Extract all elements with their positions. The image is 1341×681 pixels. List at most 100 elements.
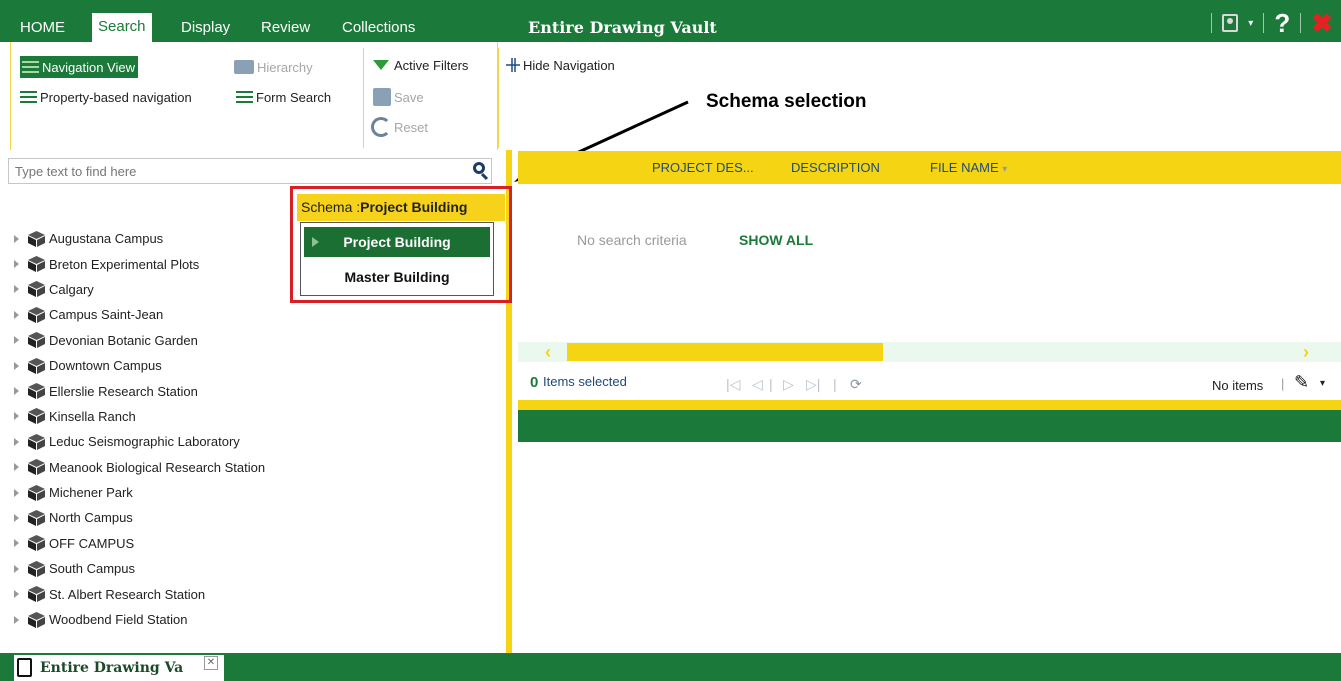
expand-icon[interactable]: [14, 412, 19, 421]
list-icon: [20, 90, 37, 104]
building-icon: [28, 256, 45, 273]
refresh-icon[interactable]: ⟳: [850, 376, 862, 393]
expand-icon[interactable]: [14, 488, 19, 497]
expand-icon[interactable]: [14, 463, 19, 472]
tree-item-label: Meanook Biological Research Station: [49, 459, 266, 475]
tree-item[interactable]: OFF CAMPUS: [14, 531, 265, 556]
tree-item[interactable]: South Campus: [14, 556, 265, 581]
tab-review[interactable]: Review: [255, 14, 316, 42]
tab-collections[interactable]: Collections: [336, 14, 421, 42]
expand-icon[interactable]: [14, 234, 19, 243]
divider-yellow: [518, 400, 1341, 410]
schema-option-project-building[interactable]: Project Building: [304, 227, 490, 257]
column-project-description[interactable]: PROJECT DES...: [652, 160, 754, 175]
schema-selector[interactable]: Schema :Project Building: [297, 194, 505, 221]
selected-count: 0: [530, 374, 539, 391]
show-all-link[interactable]: SHOW ALL: [739, 232, 813, 248]
expand-icon[interactable]: [14, 539, 19, 548]
building-icon: [28, 433, 45, 450]
expand-icon[interactable]: [14, 361, 19, 370]
scroll-right-icon[interactable]: ›: [1303, 342, 1309, 362]
document-tab-label: Entire Drawing Va: [40, 660, 184, 676]
close-icon[interactable]: ✖: [1311, 8, 1333, 39]
tree-item-label: Campus Saint-Jean: [49, 307, 164, 323]
scrollbar-thumb[interactable]: [567, 343, 883, 361]
close-tab-icon[interactable]: ✕: [204, 656, 218, 670]
tree-item[interactable]: Campus Saint-Jean: [14, 302, 265, 327]
edit-pen-icon[interactable]: ✎: [1294, 372, 1309, 393]
tree-item[interactable]: Downtown Campus: [14, 353, 265, 378]
tree-item[interactable]: Breton Experimental Plots: [14, 251, 265, 276]
tree-item-label: Michener Park: [49, 485, 133, 501]
hide-navigation-icon: [506, 58, 520, 72]
save-button[interactable]: Save: [373, 86, 424, 108]
schema-current: Project Building: [360, 199, 468, 215]
building-icon: [28, 357, 45, 374]
active-filters-label: Active Filters: [394, 57, 469, 73]
tab-home[interactable]: HOME: [14, 14, 71, 42]
tree-item-label: Woodbend Field Station: [49, 612, 188, 628]
active-filters-button[interactable]: Active Filters: [373, 54, 468, 76]
expand-icon[interactable]: [14, 590, 19, 599]
help-icon[interactable]: ?: [1274, 8, 1290, 39]
hide-navigation-button[interactable]: Hide Navigation: [506, 54, 615, 76]
column-header-row: PROJECT DES... DESCRIPTION FILE NAME ▾: [518, 151, 1341, 184]
expand-icon[interactable]: [14, 513, 19, 522]
tab-search[interactable]: Search: [92, 13, 152, 43]
tree-item-label: Downtown Campus: [49, 358, 162, 374]
hierarchy-button[interactable]: Hierarchy: [234, 56, 313, 78]
tree-item[interactable]: Augustana Campus: [14, 226, 265, 251]
building-icon: [28, 586, 45, 603]
tab-display[interactable]: Display: [175, 14, 236, 42]
tree-item[interactable]: Leduc Seismographic Laboratory: [14, 429, 265, 454]
tree-item[interactable]: Woodbend Field Station: [14, 607, 265, 632]
tree-item[interactable]: North Campus: [14, 505, 265, 530]
expand-icon[interactable]: [14, 564, 19, 573]
tree-item-label: Breton Experimental Plots: [49, 256, 200, 272]
first-page-icon[interactable]: |◁: [726, 376, 740, 393]
column-file-name[interactable]: FILE NAME ▾: [930, 160, 1007, 175]
property-navigation-button[interactable]: Property-based navigation: [20, 86, 192, 108]
building-icon: [28, 484, 45, 501]
reset-button[interactable]: Reset: [371, 116, 428, 138]
expand-icon[interactable]: [14, 615, 19, 624]
pen-dropdown-icon[interactable]: ▾: [1320, 378, 1325, 389]
tree-item[interactable]: Devonian Botanic Garden: [14, 328, 265, 353]
expand-icon[interactable]: [14, 260, 19, 269]
column-file-name-label: FILE NAME: [930, 160, 999, 175]
column-description[interactable]: DESCRIPTION: [791, 160, 880, 175]
last-page-icon[interactable]: ▷|: [806, 376, 820, 393]
tree-item[interactable]: Michener Park: [14, 480, 265, 505]
tree-item[interactable]: Ellerslie Research Station: [14, 378, 265, 403]
expand-icon[interactable]: [14, 310, 19, 319]
expand-icon[interactable]: [14, 387, 19, 396]
tree-item[interactable]: Meanook Biological Research Station: [14, 455, 265, 480]
navigation-view-button[interactable]: Navigation View: [20, 56, 138, 78]
next-page-icon[interactable]: ▷: [783, 376, 794, 393]
filter-icon: [373, 60, 389, 70]
form-search-button[interactable]: Form Search: [236, 86, 331, 108]
expand-icon[interactable]: [14, 336, 19, 345]
tree-item[interactable]: Calgary: [14, 277, 265, 302]
search-input[interactable]: [11, 159, 451, 183]
no-criteria-text: No search criteria: [577, 232, 687, 248]
search-icon[interactable]: [471, 161, 491, 181]
ribbon-separator: [363, 48, 364, 148]
expand-icon[interactable]: [14, 285, 19, 294]
user-icon[interactable]: [1222, 14, 1239, 32]
dropdown-icon[interactable]: ▾: [1248, 18, 1253, 29]
navigation-view-label: Navigation View: [42, 59, 135, 75]
sort-dropdown-icon: ▾: [1002, 164, 1008, 175]
expand-icon[interactable]: [14, 437, 19, 446]
tree-item[interactable]: St. Albert Research Station: [14, 581, 265, 606]
hide-navigation-label: Hide Navigation: [523, 57, 615, 73]
property-navigation-label: Property-based navigation: [40, 89, 192, 105]
ribbon-separator: [498, 48, 499, 148]
schema-option-master-building[interactable]: Master Building: [304, 262, 490, 292]
separator: [1263, 13, 1265, 33]
scroll-left-icon[interactable]: ‹: [545, 342, 551, 362]
save-icon: [373, 88, 391, 106]
pager-separator: |: [769, 376, 773, 392]
tree-item[interactable]: Kinsella Ranch: [14, 404, 265, 429]
prev-page-icon[interactable]: ◁: [752, 376, 763, 393]
